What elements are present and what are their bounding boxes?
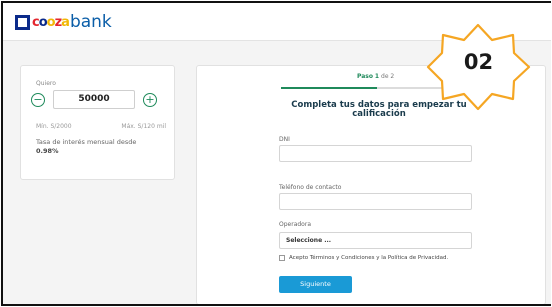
badge-number: 02 bbox=[463, 50, 494, 74]
next-button[interactable]: Siguiente bbox=[279, 276, 352, 293]
app-frame: cooza bank Quiero − 50000 + Mín. S/2000 … bbox=[1, 1, 551, 306]
amount-label: Quiero bbox=[36, 80, 56, 87]
phone-label: Teléfono de contacto bbox=[279, 184, 342, 191]
rate-label: Tasa de interés mensual desde bbox=[36, 138, 137, 146]
logo-mark: cooza bbox=[32, 14, 70, 30]
dni-input[interactable] bbox=[279, 145, 472, 162]
amount-limits: Mín. S/2000 Máx. S/120 mil bbox=[36, 123, 166, 130]
loan-amount-card: Quiero − 50000 + Mín. S/2000 Máx. S/120 … bbox=[20, 65, 175, 180]
amount-stepper: − 50000 + bbox=[31, 90, 157, 109]
step-number-badge: 02 bbox=[426, 23, 531, 111]
logo-square-icon bbox=[15, 14, 30, 30]
amount-input[interactable]: 50000 bbox=[53, 90, 135, 109]
min-amount: Mín. S/2000 bbox=[36, 123, 72, 130]
logo-text: bank bbox=[69, 12, 112, 32]
brand-logo[interactable]: cooza bank bbox=[15, 12, 112, 32]
terms-checkbox[interactable] bbox=[279, 255, 285, 261]
terms-row: Acepto Términos y Condiciones y la Polít… bbox=[279, 255, 448, 261]
max-amount: Máx. S/120 mil bbox=[121, 123, 166, 130]
operator-select[interactable]: Seleccione ... bbox=[279, 232, 472, 249]
step-indicator: Paso 1 de 2 bbox=[357, 73, 395, 80]
step-progress-fill bbox=[281, 87, 377, 89]
terms-link[interactable]: Acepto Términos y Condiciones y la Polít… bbox=[289, 255, 448, 261]
operator-label: Operadora bbox=[279, 221, 311, 228]
rate-value: 0.98% bbox=[36, 147, 59, 155]
dni-label: DNI bbox=[279, 136, 290, 143]
phone-input[interactable] bbox=[279, 193, 472, 210]
minus-icon[interactable]: − bbox=[31, 92, 45, 107]
plus-icon[interactable]: + bbox=[143, 92, 157, 107]
